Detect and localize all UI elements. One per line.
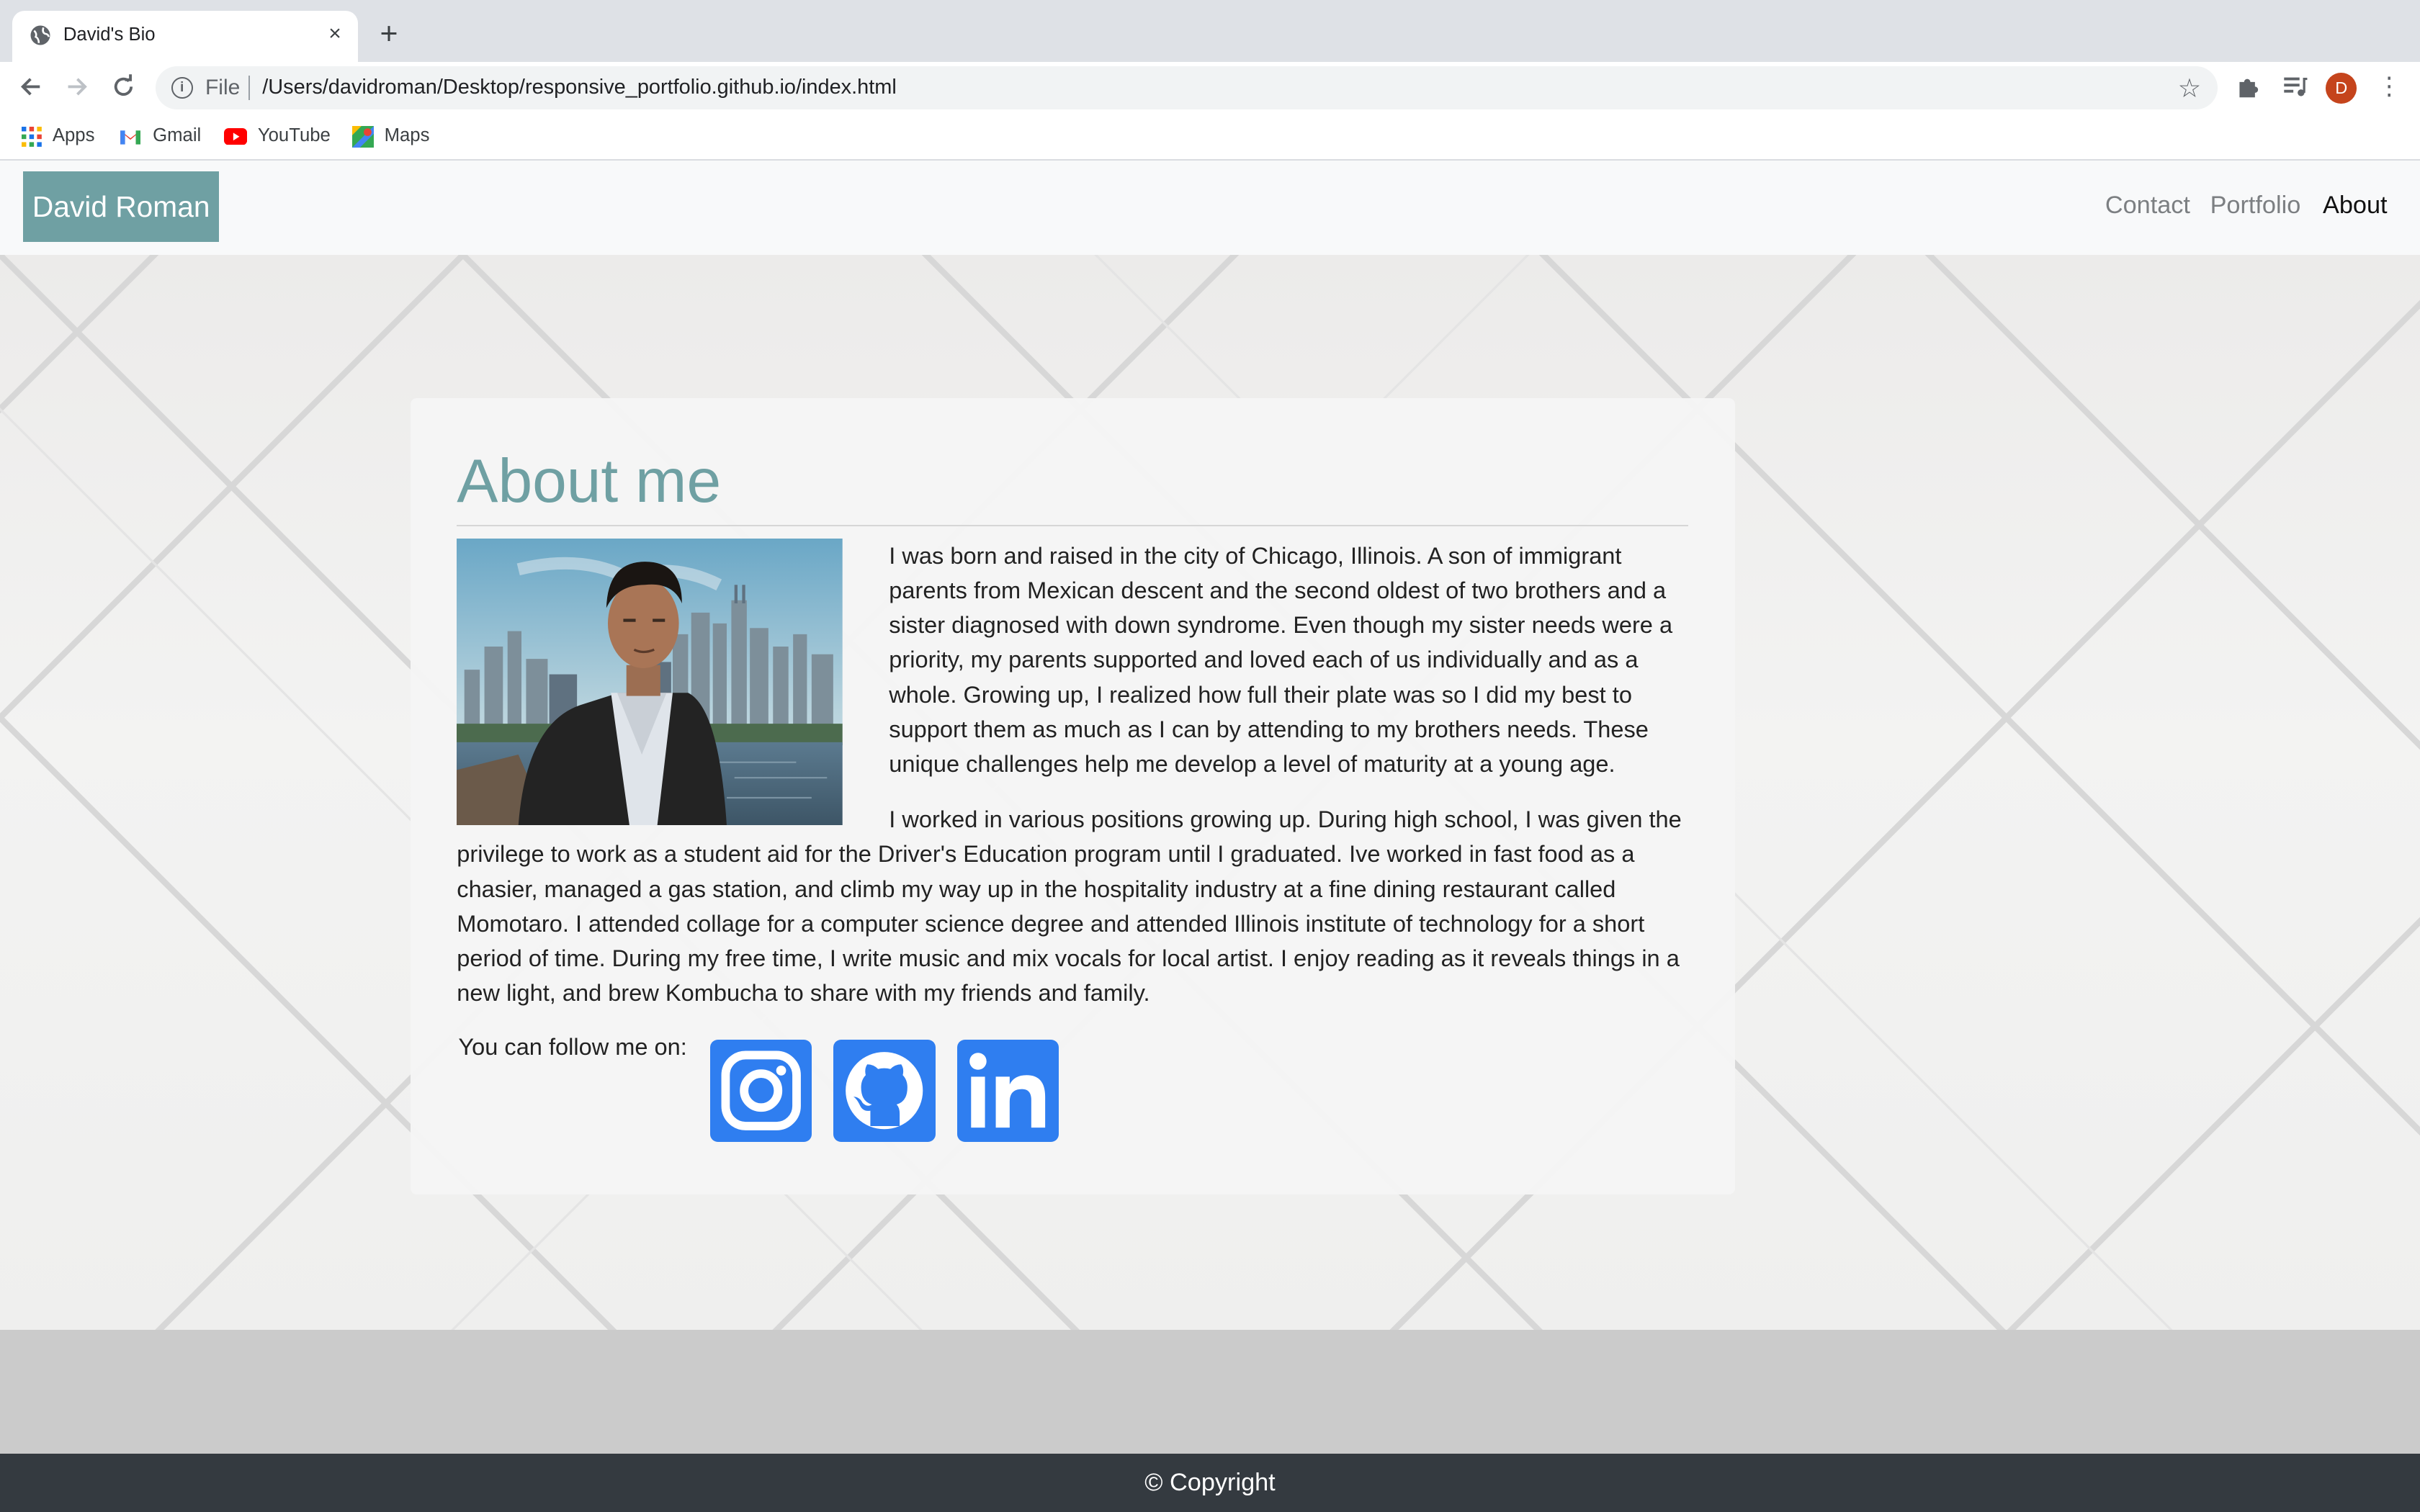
bookmark-star-icon[interactable]: ☆ (2178, 73, 2202, 104)
bio-paragraph-2: I worked in various positions growing up… (457, 806, 1682, 1007)
profile-avatar[interactable]: D (2326, 72, 2357, 104)
gray-spacer (0, 1330, 2420, 1454)
bookmark-youtube[interactable]: YouTube (223, 123, 331, 148)
bookmarks-bar: Apps Gmail YouTube Maps (0, 111, 2420, 161)
bookmark-label: Apps (52, 125, 95, 146)
reload-icon[interactable] (108, 71, 139, 102)
site-footer: © Copyright (0, 1453, 2420, 1512)
bookmark-label: Gmail (153, 125, 202, 146)
bookmark-gmail[interactable]: Gmail (119, 123, 201, 148)
about-card: About me I was born and raised in the ci… (411, 397, 1735, 1194)
github-icon (846, 1052, 923, 1130)
instagram-icon (721, 1050, 801, 1131)
instagram-link[interactable] (709, 1040, 812, 1142)
follow-label: You can follow me on: (458, 1033, 687, 1060)
bookmark-label: YouTube (257, 125, 331, 146)
bookmark-label: Maps (384, 125, 430, 146)
globe-icon (30, 25, 50, 45)
nav-link-portfolio[interactable]: Portfolio (2210, 192, 2301, 220)
youtube-icon (223, 127, 247, 145)
tab-title: David's Bio (63, 24, 156, 45)
brand-logo[interactable]: David Roman (23, 171, 220, 243)
page-title: About me (457, 446, 722, 516)
close-tab-icon[interactable]: × (321, 20, 349, 48)
more-menu-icon[interactable]: ⋮ (2377, 71, 2401, 102)
info-icon[interactable]: i (171, 77, 193, 99)
extensions-puzzle-icon[interactable] (2235, 73, 2263, 101)
linkedin-link[interactable] (956, 1040, 1059, 1142)
github-link[interactable] (833, 1040, 936, 1142)
linkedin-icon (969, 1053, 1045, 1128)
forward-arrow-icon[interactable] (62, 71, 93, 102)
url-text[interactable]: /Users/davidroman/Desktop/responsive_por… (262, 76, 896, 99)
bio-paragraph-1: I was born and raised in the city of Chi… (889, 542, 1673, 778)
media-queue-icon[interactable] (2281, 73, 2309, 101)
hero-background: About me I was born and raised in the ci… (0, 254, 2420, 1331)
title-divider (457, 524, 1689, 526)
profile-photo (457, 538, 843, 826)
browser-toolbar: i File /Users/davidroman/Desktop/respons… (0, 61, 2420, 112)
back-arrow-icon[interactable] (15, 71, 46, 102)
address-bar[interactable]: i File /Users/davidroman/Desktop/respons… (156, 66, 2218, 110)
omnibox-divider (248, 75, 251, 101)
gmail-icon (120, 130, 140, 145)
nav-link-about[interactable]: About (2323, 192, 2388, 220)
nav-link-contact[interactable]: Contact (2105, 192, 2190, 220)
maps-icon (351, 125, 374, 148)
browser-tab-strip: David's Bio × + (0, 0, 2420, 62)
new-tab-icon[interactable]: + (374, 18, 405, 50)
bookmark-maps[interactable]: Maps (351, 123, 430, 148)
browser-tab[interactable]: David's Bio × (12, 11, 359, 62)
site-navbar: David Roman Contact Portfolio About (0, 160, 2420, 255)
bookmark-apps[interactable]: Apps (22, 123, 94, 148)
web-page: David Roman Contact Portfolio About Abou… (0, 160, 2420, 1512)
apps-grid-icon (22, 126, 42, 147)
url-scheme-label: File (205, 75, 241, 99)
